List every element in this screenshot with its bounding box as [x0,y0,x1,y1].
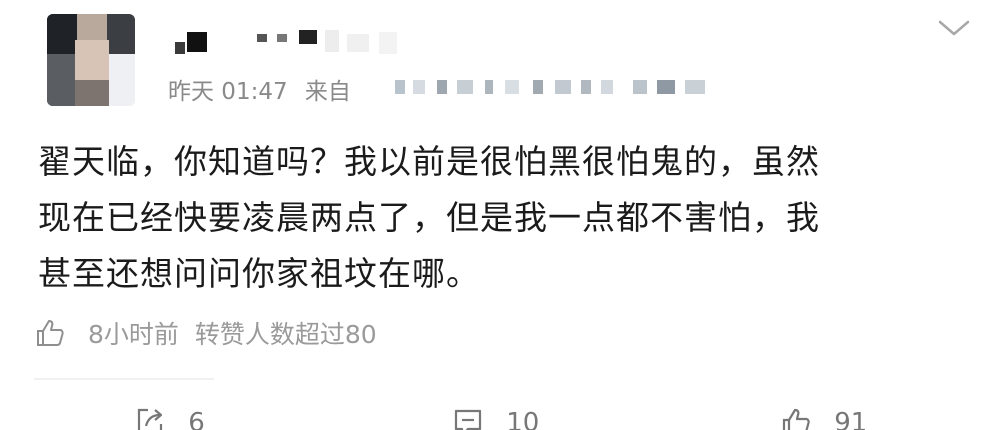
divider [34,378,214,380]
thumbs-up-icon[interactable] [34,317,66,349]
post-time-ago: 8小时前 [87,320,179,349]
username-obscured[interactable] [165,30,425,56]
post-content-line: 现在已经快要凌晨两点了，但是我一点都不害怕，我 [38,198,820,237]
post-stats: 8小时前 转赞人数超过80 [34,315,385,355]
engagement-summary: 转赞人数超过80 [194,320,377,349]
post-meta: 昨天 01:47 来自 [168,72,361,106]
comment-button[interactable]: 10 [452,406,539,430]
comment-icon [454,409,482,430]
post-source-obscured [395,74,715,98]
post-time: 昨天 01:47 [168,79,288,105]
share-icon [137,408,163,430]
repost-button[interactable]: 6 [134,406,205,430]
post-content: 翟天临，你知道吗？我以前是很怕黑很怕鬼的，虽然 现在已经快要凌晨两点了，但是我一… [38,134,958,302]
post-source-prefix: 来自 [304,79,351,105]
like-count: 91 [834,408,868,430]
like-button[interactable]: 91 [780,406,867,430]
thumbs-up-icon [782,408,810,430]
avatar[interactable] [47,14,135,106]
comment-count: 10 [506,408,540,430]
post-content-line: 甚至还想问问你家祖坟在哪。 [38,254,480,293]
post-content-line: 翟天临，你知道吗？我以前是很怕黑很怕鬼的，虽然 [38,142,820,181]
action-bar: 6 10 91 [0,396,1000,430]
repost-count: 6 [188,408,205,430]
chevron-down-icon[interactable] [936,14,972,40]
